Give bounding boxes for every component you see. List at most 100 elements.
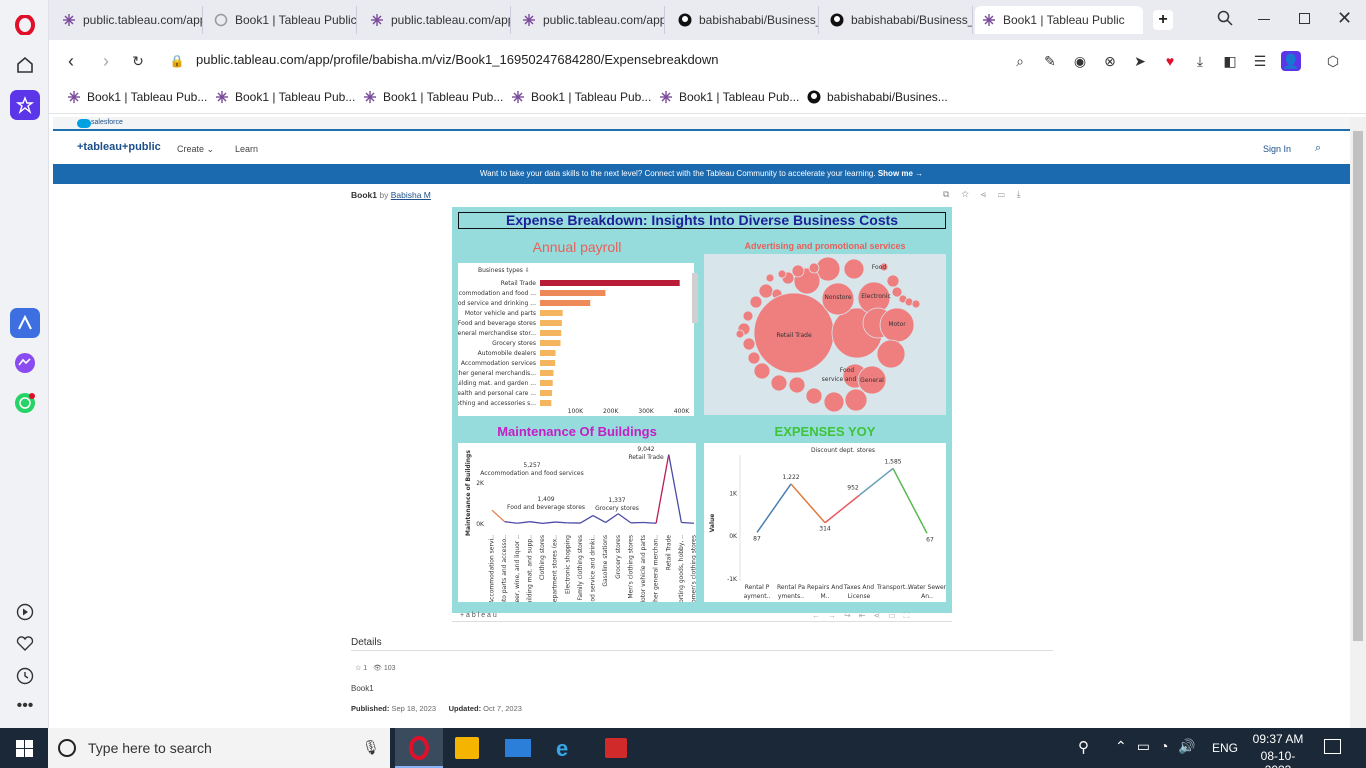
payroll-bar[interactable] xyxy=(540,280,680,286)
microphone-icon[interactable]: 🎙 xyxy=(362,739,380,756)
advertising-bubble[interactable] xyxy=(742,337,756,351)
taskbar-edge-icon[interactable]: e xyxy=(556,736,568,762)
system-tray-icons[interactable]: ⌃▭◔🔊 xyxy=(1115,738,1206,755)
advertising-bubble[interactable] xyxy=(742,310,754,322)
player-icon[interactable] xyxy=(10,597,40,627)
advertising-bubble[interactable] xyxy=(758,283,774,299)
comment-icon[interactable]: ▭ xyxy=(998,189,1017,199)
tab-3[interactable]: public.tableau.com/app xyxy=(363,6,511,34)
maint-line-segment[interactable] xyxy=(681,521,695,524)
taskbar-store-icon[interactable] xyxy=(455,737,479,759)
advertising-bubble[interactable] xyxy=(735,329,745,339)
advertising-bubble[interactable] xyxy=(886,274,900,288)
site-search-icon[interactable]: ⌕ xyxy=(1315,142,1321,155)
advertising-bubble[interactable] xyxy=(805,387,823,405)
expenses-yoy-line-chart[interactable]: Discount dept. storesValue1K0K-1K87Renta… xyxy=(704,443,946,602)
advertising-bubble[interactable] xyxy=(777,269,787,279)
advertising-bubble[interactable] xyxy=(843,258,865,280)
taskbar-opera-icon[interactable] xyxy=(395,728,443,768)
easy-setup-icon[interactable]: ☰ xyxy=(1251,52,1269,70)
advertising-bubble[interactable] xyxy=(765,273,775,283)
payroll-bar[interactable] xyxy=(540,320,562,326)
advertising-bubble[interactable] xyxy=(844,388,868,412)
banner-link[interactable]: Show me → xyxy=(878,169,923,178)
advertising-bubble[interactable] xyxy=(911,299,921,309)
bookmark-item[interactable]: Book1 | Tableau Pub... xyxy=(659,90,799,104)
share-icon[interactable]: ⋖ xyxy=(981,189,998,199)
forward-icon[interactable]: › xyxy=(97,51,115,71)
advertising-bubble-chart[interactable]: Retail TradeNonstore ElectronicFoodMotorF… xyxy=(704,254,946,415)
download-viz-icon[interactable]: ⤓ xyxy=(1017,189,1033,199)
speed-dial-icon[interactable] xyxy=(10,90,40,120)
nav-learn[interactable]: Learn xyxy=(235,144,258,154)
clock-time[interactable]: 09:37 AM xyxy=(1250,732,1306,746)
maint-line-segment[interactable] xyxy=(643,521,657,524)
favorite-star-icon[interactable]: ☆ xyxy=(961,189,980,199)
heart-icon[interactable]: ♥ xyxy=(1161,52,1179,70)
advertising-bubble[interactable] xyxy=(808,262,820,274)
payroll-scrollbar[interactable] xyxy=(692,273,698,323)
viz-toolbar-buttons[interactable]: ←→↪⇤⋖▭⛶ xyxy=(812,611,917,621)
clock-date[interactable]: 08-10-2023 xyxy=(1250,749,1306,768)
bookmark-item[interactable]: babishababi/Busines... xyxy=(807,90,948,104)
search-tabs-icon[interactable] xyxy=(1217,10,1233,31)
nav-create[interactable]: Create ⌄ xyxy=(177,144,214,155)
bookmark-item[interactable]: Book1 | Tableau Pub... xyxy=(67,90,207,104)
copy-icon[interactable]: ⧉ xyxy=(943,189,961,199)
advertising-bubble[interactable] xyxy=(753,362,771,380)
download-icon[interactable]: ⤓ xyxy=(1191,52,1209,70)
bookmark-item[interactable]: Book1 | Tableau Pub... xyxy=(363,90,503,104)
scrollbar-thumb[interactable] xyxy=(1353,131,1363,641)
camera-icon[interactable]: ◉ xyxy=(1071,52,1089,70)
notification-icon[interactable] xyxy=(1324,739,1341,754)
taskbar-mail-icon[interactable] xyxy=(505,739,531,757)
reload-icon[interactable]: ↻ xyxy=(129,52,147,70)
tab-6[interactable]: babishababi/Business_ xyxy=(823,6,973,34)
search-page-icon[interactable]: ⌕ xyxy=(1011,52,1029,70)
close-window-button[interactable]: ✕ xyxy=(1337,8,1352,29)
page-scrollbar[interactable] xyxy=(1350,117,1366,728)
sidebar-toggle-icon[interactable]: ◧ xyxy=(1221,52,1239,70)
profile-icon[interactable]: 👤 xyxy=(1281,51,1301,71)
tab-2[interactable]: Book1 | Tableau Public xyxy=(207,6,357,34)
maint-line-segment[interactable] xyxy=(555,521,568,524)
payroll-bar[interactable] xyxy=(540,360,556,366)
people-icon[interactable]: ⚲ xyxy=(1078,738,1089,756)
opera-logo-icon[interactable] xyxy=(10,10,40,40)
payroll-bar[interactable] xyxy=(540,370,554,376)
tab-4[interactable]: public.tableau.com/app xyxy=(515,6,665,34)
url-field[interactable]: public.tableau.com/app/profile/babisha.m… xyxy=(196,52,719,67)
advertising-bubble[interactable] xyxy=(788,376,806,394)
star-count-icon[interactable]: ☆ xyxy=(355,665,361,672)
payroll-bar[interactable] xyxy=(540,400,552,406)
maximize-button[interactable] xyxy=(1299,13,1310,24)
advertising-bubble[interactable] xyxy=(823,391,845,413)
payroll-bar[interactable] xyxy=(540,350,556,356)
aria-icon[interactable] xyxy=(10,308,40,338)
bookmark-item[interactable]: Book1 | Tableau Pub... xyxy=(511,90,651,104)
more-icon[interactable]: ••• xyxy=(10,691,40,721)
whatsapp-icon[interactable] xyxy=(10,388,40,418)
extensions-icon[interactable]: ⬡ xyxy=(1324,52,1342,70)
payroll-bar[interactable] xyxy=(540,380,553,386)
author-link[interactable]: Babisha M xyxy=(391,190,431,200)
favorites-icon[interactable] xyxy=(10,629,40,659)
advertising-bubble[interactable] xyxy=(770,374,788,392)
advertising-bubble[interactable] xyxy=(749,295,763,309)
payroll-bar-chart[interactable]: Business types ⇩ Retail Trade Accommodatio… xyxy=(458,263,700,416)
windows-start-icon[interactable] xyxy=(16,740,33,762)
payroll-bar[interactable] xyxy=(540,330,562,336)
tableau-public-logo[interactable]: +tableau+public xyxy=(77,141,161,153)
maintenance-line-chart[interactable]: Maintenance of Buildings 2K 0K Accommodatio… xyxy=(458,443,696,602)
messenger-icon[interactable] xyxy=(10,348,40,378)
send-icon[interactable]: ➤ xyxy=(1131,52,1149,70)
payroll-bar[interactable] xyxy=(540,300,591,306)
back-icon[interactable]: ‹ xyxy=(62,51,80,71)
minimize-button[interactable] xyxy=(1258,19,1270,20)
taskbar-search-box[interactable]: Type here to search 🎙 xyxy=(48,728,390,768)
payroll-bar[interactable] xyxy=(540,310,563,316)
payroll-bar[interactable] xyxy=(540,290,606,296)
edit-icon[interactable]: ✎ xyxy=(1041,52,1059,70)
history-icon[interactable] xyxy=(10,661,40,691)
language-indicator[interactable]: ENG xyxy=(1212,741,1238,755)
